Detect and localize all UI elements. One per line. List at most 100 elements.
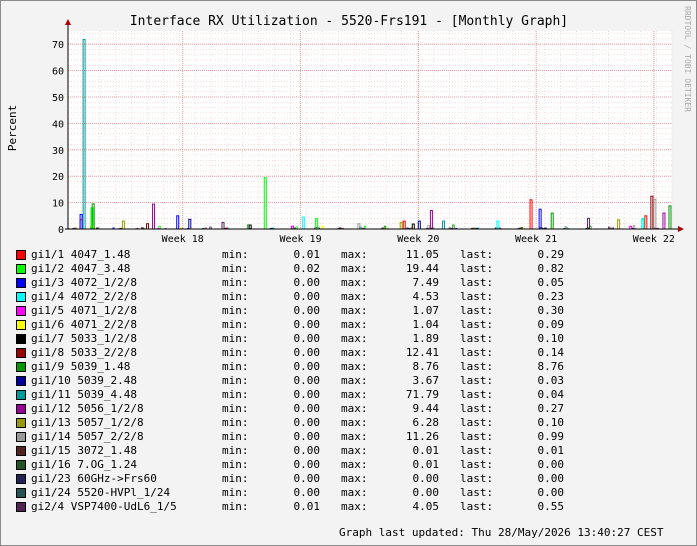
legend-last-value: 0.10 xyxy=(537,332,565,345)
legend-last-label: last: xyxy=(460,388,494,401)
legend-min-label: min: xyxy=(222,486,249,499)
legend-max-label: max: xyxy=(341,304,368,317)
legend-series-name: gi1/2 4047_3.48 xyxy=(31,262,131,275)
legend-max-label: max: xyxy=(341,388,368,401)
legend-last-label: last: xyxy=(460,500,494,513)
watermark: RRDTOOL / TOBI OETIKER xyxy=(683,6,692,112)
legend-last-label: last: xyxy=(460,248,494,261)
legend-max-label: max: xyxy=(341,486,368,499)
legend-last-value: 0.03 xyxy=(537,374,565,387)
legend-last-value: 0.04 xyxy=(537,388,565,401)
legend-last-label: last: xyxy=(460,458,494,471)
legend-min-label: min: xyxy=(222,248,249,261)
legend-min-value: 0.00 xyxy=(293,290,321,303)
legend-max-label: max: xyxy=(341,248,368,261)
legend-series-name: gi1/7 5033_1/2/8 xyxy=(31,332,137,345)
legend-min-value: 0.00 xyxy=(293,486,321,499)
legend-last-label: last: xyxy=(460,374,494,387)
legend-max-value: 4.53 xyxy=(412,290,440,303)
legend-swatch xyxy=(16,264,26,274)
legend-max-value: 1.07 xyxy=(412,304,440,317)
legend-min-value: 0.00 xyxy=(293,402,321,415)
legend-row: gi1/15 3072_1.48 min: 0.00 max: 0.01 last: 0.0… xyxy=(1,444,696,458)
legend-min-label: min: xyxy=(222,388,249,401)
legend-last-value: 0.14 xyxy=(537,346,565,359)
legend-series-name: gi1/11 5039_4.48 xyxy=(31,388,137,401)
legend-max-value: 11.26 xyxy=(405,430,439,443)
x-tick-label: Week 18 xyxy=(162,234,204,245)
legend-max-value: 71.79 xyxy=(405,388,439,401)
last-updated-value: Thu 28/May/2026 13:40:27 CEST xyxy=(471,526,664,539)
legend-last-value: 0.27 xyxy=(537,402,565,415)
legend-row: gi1/16 7.OG_1.24 min: 0.00 max: 0.01 last: 0.0… xyxy=(1,458,696,472)
legend-min-label: min: xyxy=(222,402,249,415)
legend-row: gi1/7 5033_1/2/8 min: 0.00 max: 1.89 last: 0.1… xyxy=(1,332,696,346)
legend-min-label: min: xyxy=(222,346,249,359)
legend-last-label: last: xyxy=(460,486,494,499)
legend-swatch xyxy=(16,306,26,316)
legend-swatch xyxy=(16,488,26,498)
legend-row: gi1/8 5033_2/2/8 min: 0.00 max: 12.41 last: 0.… xyxy=(1,346,696,360)
legend-max-label: max: xyxy=(341,416,368,429)
legend-last-value: 0.99 xyxy=(537,430,565,443)
legend-min-value: 0.00 xyxy=(293,360,321,373)
legend-swatch xyxy=(16,418,26,428)
y-tick-label: 10 xyxy=(52,199,64,210)
legend-swatch xyxy=(16,334,26,344)
legend-min-value: 0.00 xyxy=(293,276,321,289)
legend-min-value: 0.00 xyxy=(293,416,321,429)
legend-last-label: last: xyxy=(460,430,494,443)
legend-max-label: max: xyxy=(341,444,368,457)
legend-min-label: min: xyxy=(222,290,249,303)
legend-series-name: gi1/10 5039_2.48 xyxy=(31,374,137,387)
legend-row: gi1/2 4047_3.48 min: 0.02 max: 19.44 last: 0.8… xyxy=(1,262,696,276)
legend-min-value: 0.00 xyxy=(293,458,321,471)
legend-max-label: max: xyxy=(341,458,368,471)
legend-last-label: last: xyxy=(460,290,494,303)
legend-max-label: max: xyxy=(341,290,368,303)
legend-row: gi1/9 5039_1.48 min: 0.00 max: 8.76 last: 8.76 xyxy=(1,360,696,374)
legend-swatch xyxy=(16,432,26,442)
legend-swatch xyxy=(16,460,26,470)
legend-series-name: gi1/9 5039_1.48 xyxy=(31,360,131,373)
legend-series-name: gi1/6 4071_2/2/8 xyxy=(31,318,137,331)
legend-min-label: min: xyxy=(222,430,249,443)
legend-last-label: last: xyxy=(460,262,494,275)
legend-min-value: 0.00 xyxy=(293,472,321,485)
legend-min-value: 0.00 xyxy=(293,430,321,443)
legend-max-label: max: xyxy=(341,472,368,485)
legend-last-value: 0.00 xyxy=(537,458,565,471)
legend-last-value: 0.05 xyxy=(537,276,565,289)
last-updated: Graph last updated: Thu 28/May/2026 13:4… xyxy=(339,526,664,539)
last-updated-label: Graph last updated: xyxy=(339,526,465,539)
x-tick-label: Week 19 xyxy=(279,234,321,245)
legend-row: gi1/23 60GHz->Frs60 min: 0.00 max: 0.00 last:… xyxy=(1,472,696,486)
legend-swatch xyxy=(16,292,26,302)
legend-last-label: last: xyxy=(460,444,494,457)
legend-row: gi1/6 4071_2/2/8 min: 0.00 max: 1.04 last: 0.0… xyxy=(1,318,696,332)
legend-series-name: gi2/4 VSP7400-UdL6_1/5 xyxy=(31,500,177,513)
legend-min-value: 0.02 xyxy=(293,262,321,275)
legend-last-label: last: xyxy=(460,360,494,373)
legend-max-label: max: xyxy=(341,346,368,359)
legend-row: gi1/24 5520-HVPl_1/24 min: 0.00 max: 0.00 las… xyxy=(1,486,696,500)
legend-row: gi1/11 5039_4.48 min: 0.00 max: 71.79 last: 0.… xyxy=(1,388,696,402)
legend-max-value: 1.04 xyxy=(412,318,440,331)
legend-last-value: 0.55 xyxy=(537,500,565,513)
legend-series-name: gi1/8 5033_2/2/8 xyxy=(31,346,137,359)
legend-swatch xyxy=(16,250,26,260)
legend-min-label: min: xyxy=(222,304,249,317)
legend-last-value: 0.00 xyxy=(537,486,565,499)
legend-last-label: last: xyxy=(460,318,494,331)
legend-max-value: 9.44 xyxy=(412,402,440,415)
legend-series-name: gi1/24 5520-HVPl_1/24 xyxy=(31,486,171,499)
legend-row: gi1/13 5057_1/2/8 min: 0.00 max: 6.28 last: 0.… xyxy=(1,416,696,430)
legend-last-label: last: xyxy=(460,332,494,345)
legend-max-value: 6.28 xyxy=(412,416,440,429)
legend-max-value: 0.01 xyxy=(412,444,440,457)
legend-series-name: gi1/15 3072_1.48 xyxy=(31,444,137,457)
legend-max-value: 0.01 xyxy=(412,458,440,471)
x-tick-label: Week 21 xyxy=(515,234,557,245)
y-tick-label: 40 xyxy=(52,119,64,130)
legend-swatch xyxy=(16,446,26,456)
